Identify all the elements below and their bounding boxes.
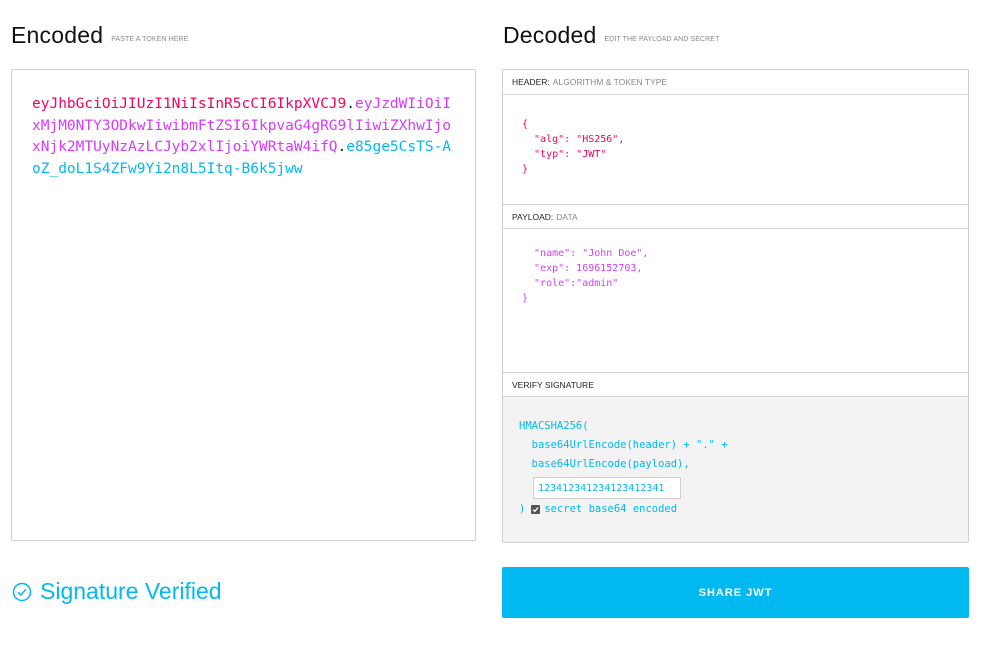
payload-label: PAYLOAD: <box>512 212 554 222</box>
verify-section-label: VERIFY SIGNATURE <box>503 372 968 397</box>
header-label: HEADER: <box>512 77 550 87</box>
payload-sublabel: DATA <box>556 212 578 222</box>
close-paren: ) <box>519 503 526 515</box>
header-section-label: HEADER: ALGORITHM & TOKEN TYPE <box>503 70 968 95</box>
encoded-hint: PASTE A TOKEN HERE <box>111 36 189 43</box>
encoded-token-text[interactable]: eyJhbGciOiJIUzI1NiIsInR5cCI6IkpXVCJ9.eyJ… <box>32 94 452 180</box>
payload-json-editor[interactable]: "name": "John Doe", "exp": 1696152703, "… <box>522 246 648 306</box>
secret-input[interactable] <box>533 477 681 499</box>
decoded-title: Decoded <box>503 22 597 48</box>
decoded-panel: HEADER: ALGORITHM & TOKEN TYPE { "alg": "… <box>502 69 969 543</box>
payload-section-label: PAYLOAD: DATA <box>503 204 968 229</box>
token-header-part: eyJhbGciOiJIUzI1NiIsInR5cCI6IkpXVCJ9 <box>32 96 347 112</box>
verify-label: VERIFY SIGNATURE <box>512 380 594 390</box>
encoded-title: Encoded <box>11 22 104 48</box>
header-json-editor[interactable]: { "alg": "HS256", "typ": "JWT" } <box>522 117 624 177</box>
decoded-heading: Decoded EDIT THE PAYLOAD AND SECRET <box>503 22 719 49</box>
signature-status-text: Signature Verified <box>40 578 222 604</box>
token-dot: . <box>346 96 356 112</box>
verify-signature-area: HMACSHA256( base64UrlEncode(header) + ".… <box>503 397 968 542</box>
share-jwt-button[interactable]: SHARE JWT <box>502 567 969 618</box>
token-dot: . <box>337 139 347 155</box>
signature-status: Signature Verified <box>12 578 222 605</box>
decoded-hint: EDIT THE PAYLOAD AND SECRET <box>604 36 720 43</box>
base64-check-row: ) secret base64 encoded <box>519 503 677 515</box>
encoded-heading: Encoded PASTE A TOKEN HERE <box>11 22 188 49</box>
header-sublabel: ALGORITHM & TOKEN TYPE <box>552 77 668 87</box>
encoded-token-editor[interactable]: eyJhbGciOiJIUzI1NiIsInR5cCI6IkpXVCJ9.eyJ… <box>11 69 476 541</box>
secret-base64-label: secret base64 encoded <box>544 503 678 515</box>
verify-code: HMACSHA256( base64UrlEncode(header) + ".… <box>519 420 728 470</box>
check-circle-icon <box>12 582 32 602</box>
secret-base64-checkbox[interactable] <box>531 504 541 514</box>
check-icon <box>532 506 539 512</box>
